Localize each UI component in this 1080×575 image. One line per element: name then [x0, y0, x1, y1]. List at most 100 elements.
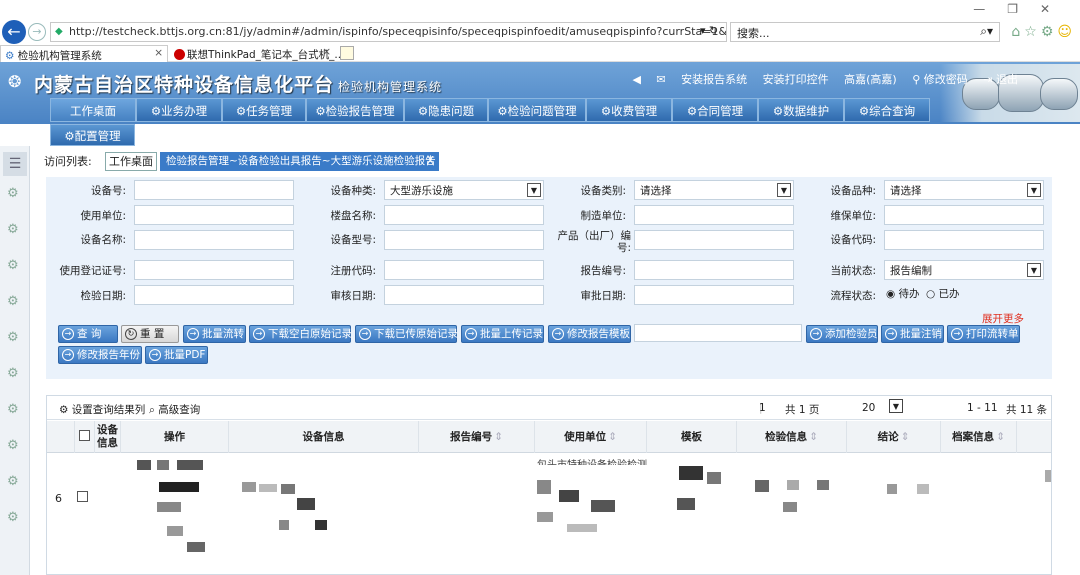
sort-icon[interactable]: ⇕: [608, 431, 617, 443]
menu-tasks[interactable]: ⚙任务管理: [222, 98, 306, 122]
sort-icon[interactable]: ⇕: [809, 431, 818, 443]
table-row[interactable]: 6 包头市特种设备检验检测: [47, 454, 1051, 574]
registration-no-input[interactable]: [134, 260, 294, 280]
batch-pdf-button[interactable]: → 批量PDF: [145, 346, 208, 364]
announce-icon[interactable]: ◀: [632, 73, 640, 86]
sort-icon[interactable]: ⇕: [494, 431, 503, 443]
flow-radio-done[interactable]: ○ 已办: [926, 286, 960, 301]
equipment-variety-select[interactable]: 请选择 ▼: [884, 180, 1044, 200]
equipment-kind-select[interactable]: 大型游乐设施 ▼: [384, 180, 544, 200]
window-controls[interactable]: —❐✕: [973, 2, 1072, 16]
menu-issues[interactable]: ⚙检验问题管理: [488, 98, 586, 122]
manufacturer-input[interactable]: [634, 205, 794, 225]
equipment-name-input[interactable]: [134, 230, 294, 250]
select-all-checkbox[interactable]: [75, 421, 95, 453]
flow-radio-todo[interactable]: ◉ 待办: [886, 286, 920, 301]
new-tab-button[interactable]: [340, 46, 354, 60]
register-code-input[interactable]: [384, 260, 544, 280]
link-install-print[interactable]: 安装打印控件: [763, 73, 829, 86]
batch-flow-button[interactable]: → 批量流转: [183, 325, 246, 343]
col-user-unit[interactable]: 使用单位 ⇕: [535, 421, 647, 453]
gear-icon[interactable]: ⚙: [7, 330, 19, 345]
review-date-input[interactable]: [384, 285, 544, 305]
current-status-select[interactable]: 报告编制 ▼: [884, 260, 1044, 280]
reset-button[interactable]: ↻ 重 置: [121, 325, 179, 343]
page-number[interactable]: 1: [759, 402, 766, 414]
visit-tab-current[interactable]: 检验报告管理~设备检验出具报告~大型游乐设施检验报告 X: [160, 152, 439, 171]
row-checkbox[interactable]: [77, 491, 88, 502]
tab-lenovo[interactable]: 联想ThinkPad_笔记本_台式机_... ×: [170, 45, 344, 62]
equipment-category-select[interactable]: 请选择 ▼: [634, 180, 794, 200]
search-icon[interactable]: ⌕▾: [980, 24, 993, 39]
gear-icon[interactable]: ⚙: [7, 438, 19, 453]
menu-fees[interactable]: ⚙收费管理: [586, 98, 672, 122]
page-size-dropdown-icon[interactable]: ▼: [889, 399, 903, 413]
maintenance-unit-input[interactable]: [884, 205, 1044, 225]
equipment-code-input[interactable]: [884, 230, 1044, 250]
batch-cancel-button[interactable]: → 批量注销: [881, 325, 944, 343]
gear-icon[interactable]: ⚙: [7, 294, 19, 309]
report-no-input[interactable]: [634, 260, 794, 280]
change-password-link[interactable]: ⚲ 修改密码: [912, 73, 968, 86]
close-icon[interactable]: X: [427, 152, 434, 171]
forward-arrow-icon[interactable]: →: [28, 23, 46, 41]
link-install-report[interactable]: 安装报告系统: [681, 73, 747, 86]
equipment-model-input[interactable]: [384, 230, 544, 250]
query-button[interactable]: → 查 询: [58, 325, 118, 343]
visit-tab-home[interactable]: 工作桌面: [105, 152, 157, 171]
star-icon[interactable]: ☆: [1024, 24, 1041, 40]
back-arrow-icon[interactable]: ←: [2, 20, 26, 44]
approval-date-input[interactable]: [634, 285, 794, 305]
col-inspection-info[interactable]: 检验信息 ⇕: [737, 421, 847, 453]
search-input[interactable]: 搜索... ⌕▾: [730, 22, 1000, 42]
download-uploaded-button[interactable]: → 下载已传原始记录: [355, 325, 458, 343]
modify-year-button[interactable]: → 修改报告年份: [58, 346, 142, 364]
product-no-input[interactable]: [634, 230, 794, 250]
col-report-no[interactable]: 报告编号 ⇕: [419, 421, 535, 453]
menu-contracts[interactable]: ⚙合同管理: [672, 98, 758, 122]
menu-query[interactable]: ⚙综合查询: [844, 98, 930, 122]
menu-business[interactable]: ⚙业务办理: [136, 98, 222, 122]
gear-icon[interactable]: ⚙: [7, 222, 19, 237]
home-icon[interactable]: ⌂: [1011, 24, 1024, 40]
menu-workbench[interactable]: 工作桌面: [50, 98, 136, 122]
modify-template-button[interactable]: → 修改报告模板: [548, 325, 631, 343]
gear-icon[interactable]: ⚙: [7, 186, 19, 201]
gear-icon[interactable]: ⚙: [1041, 24, 1058, 40]
advanced-search-link[interactable]: ⌕ 高级查询: [149, 402, 200, 417]
menu-data[interactable]: ⚙数据维护: [758, 98, 844, 122]
gear-icon[interactable]: ⚙: [7, 258, 19, 273]
download-blank-button[interactable]: → 下载空白原始记录: [249, 325, 352, 343]
add-inspector-button[interactable]: → 添加检验员: [806, 325, 878, 343]
logout-link[interactable]: ⇥ 退出: [983, 73, 1018, 86]
set-columns-link[interactable]: ⚙ 设置查询结果列: [59, 402, 145, 417]
building-name-input[interactable]: [384, 205, 544, 225]
inspection-date-input[interactable]: [134, 285, 294, 305]
tab-system[interactable]: ⚙ 检验机构管理系统 ×: [0, 45, 168, 62]
menu-config[interactable]: ⚙配置管理: [50, 124, 135, 146]
smiley-icon[interactable]: ☺: [1057, 24, 1076, 40]
col-equipment-info[interactable]: 设备信息: [229, 421, 419, 453]
user-unit-input[interactable]: [134, 205, 294, 225]
expand-more-link[interactable]: 展开更多: [982, 311, 1024, 326]
col-conclusion[interactable]: 结论 ⇕: [847, 421, 941, 453]
batch-upload-button[interactable]: → 批量上传记录: [461, 325, 544, 343]
tab-close-icon[interactable]: ×: [322, 46, 331, 58]
equipment-no-input[interactable]: [134, 180, 294, 200]
template-input[interactable]: [634, 324, 802, 342]
dropdown-refresh-icon[interactable]: ▾ ↻: [700, 24, 718, 37]
menu-toggle-icon[interactable]: ☰: [3, 152, 27, 176]
menu-hazards[interactable]: ⚙隐患问题: [404, 98, 488, 122]
toolbar-icons[interactable]: ⌂☆⚙☺: [1011, 24, 1076, 40]
gear-icon[interactable]: ⚙: [7, 402, 19, 417]
gear-icon[interactable]: ⚙: [7, 366, 19, 381]
tab-close-icon[interactable]: ×: [154, 47, 163, 59]
mail-icon[interactable]: ✉: [656, 73, 665, 86]
print-flow-button[interactable]: → 打印流转单: [947, 325, 1020, 343]
url-bar[interactable]: ◆ http://testcheck.bttjs.org.cn:81/jy/adm…: [50, 22, 727, 42]
gear-icon[interactable]: ⚙: [7, 474, 19, 489]
menu-reports[interactable]: ⚙检验报告管理: [306, 98, 404, 122]
sort-icon[interactable]: ⇕: [901, 431, 910, 443]
gear-icon[interactable]: ⚙: [7, 510, 19, 525]
sort-icon[interactable]: ⇕: [996, 431, 1005, 443]
